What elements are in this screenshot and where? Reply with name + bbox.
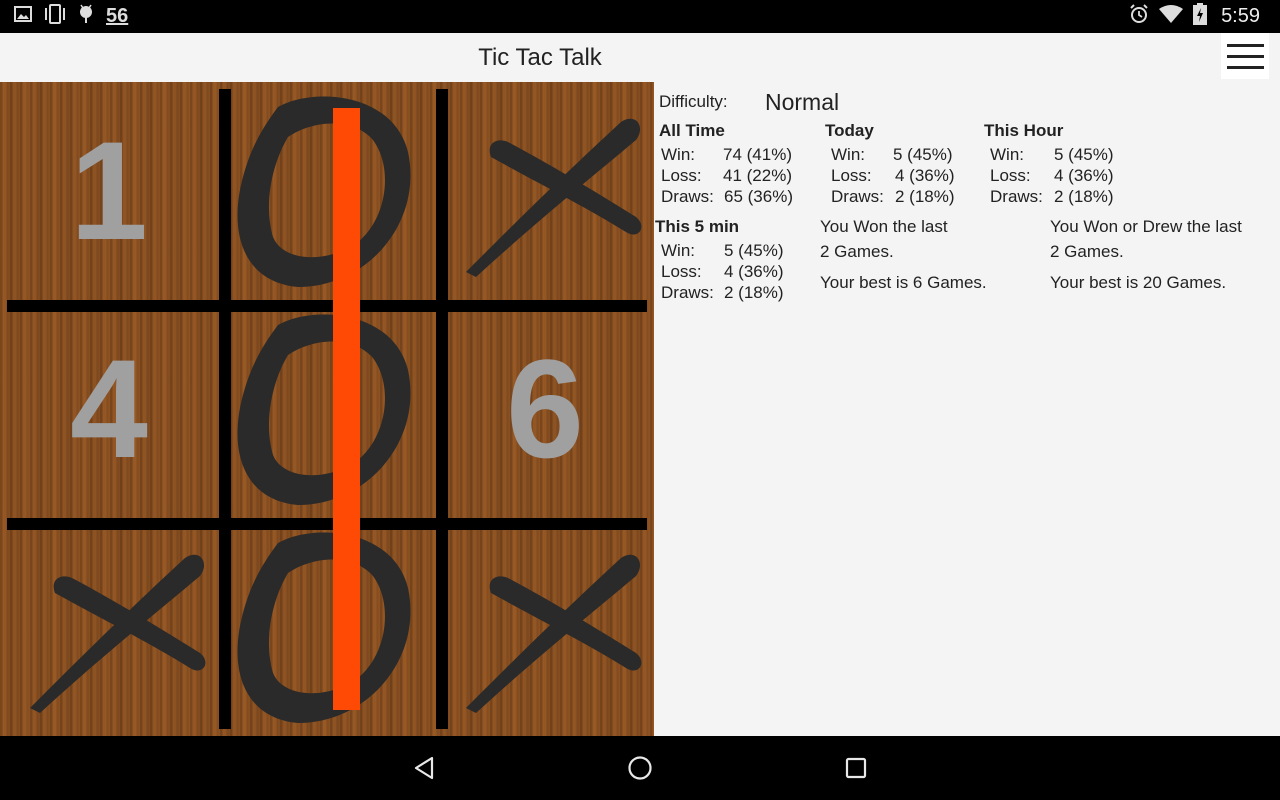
- this-hour-draws-label: Draws:: [990, 187, 1043, 206]
- status-time: 5:59: [1221, 5, 1260, 27]
- wifi-icon: [1159, 5, 1184, 28]
- board-cell-9[interactable]: [436, 518, 654, 736]
- streak-won-or-drew-line1: You Won or Drew the last: [1050, 217, 1242, 236]
- board-cell-3[interactable]: [436, 82, 654, 300]
- this-5-min-draws-label: Draws:: [661, 283, 714, 302]
- notification-count: 56: [106, 5, 129, 27]
- all-time-win-label: Win:: [661, 145, 695, 164]
- all-time-draws-value: 65 (36%): [724, 187, 793, 206]
- difficulty-label: Difficulty:: [659, 92, 728, 111]
- board-cell-1[interactable]: 1: [0, 82, 218, 300]
- difficulty-value[interactable]: Normal: [765, 89, 839, 116]
- cell-number-hint: 1: [70, 112, 148, 269]
- back-icon[interactable]: [408, 752, 440, 784]
- this-5-min-loss-value: 4 (36%): [724, 262, 784, 281]
- gallery-icon: [14, 6, 32, 27]
- board-cell-4[interactable]: 4: [0, 300, 218, 518]
- today-title: Today: [825, 121, 874, 140]
- board-cell-6[interactable]: 6: [436, 300, 654, 518]
- this-5-min-title: This 5 min: [655, 217, 740, 236]
- all-time-loss-value: 41 (22%): [723, 166, 792, 185]
- this-hour-loss-value: 4 (36%): [1054, 166, 1114, 185]
- streak-won-best: Your best is 6 Games.: [820, 273, 987, 292]
- recents-icon[interactable]: [840, 752, 872, 784]
- status-bar: 56 5:59: [0, 0, 1280, 33]
- board-cell-5[interactable]: [218, 300, 436, 518]
- board-cell-8[interactable]: [218, 518, 436, 736]
- today-loss-label: Loss:: [831, 166, 872, 185]
- this-5-min-loss-label: Loss:: [661, 262, 702, 281]
- stats-panel: Difficulty: Normal All Time Win: 74 (41%…: [654, 82, 1280, 736]
- board-cell-7[interactable]: [0, 518, 218, 736]
- menu-bar-line: [1226, 54, 1264, 58]
- vibrate-icon: [44, 4, 66, 29]
- all-time-win-value: 74 (41%): [723, 145, 792, 164]
- streak-won-or-drew-best: Your best is 20 Games.: [1050, 273, 1227, 292]
- alarm-icon: [1129, 4, 1149, 29]
- all-time-loss-label: Loss:: [661, 166, 702, 185]
- this-hour-win-label: Win:: [990, 145, 1024, 164]
- android-debug-icon: [78, 4, 94, 29]
- hamburger-menu-icon[interactable]: [1221, 33, 1269, 79]
- board-cell-2[interactable]: [218, 82, 436, 300]
- streak-won-line2: 2 Games.: [820, 242, 894, 261]
- streak-won-line1: You Won the last: [820, 217, 948, 236]
- this-hour-draws-value: 2 (18%): [1054, 187, 1114, 206]
- today-draws-value: 2 (18%): [895, 187, 955, 206]
- menu-bar-line: [1226, 43, 1264, 47]
- this-5-min-win-label: Win:: [661, 241, 695, 260]
- all-time-title: All Time: [659, 121, 725, 140]
- today-win-value: 5 (45%): [893, 145, 953, 164]
- app-bar: Tic Tac Talk: [0, 33, 1280, 82]
- streak-won-or-drew-line2: 2 Games.: [1050, 242, 1124, 261]
- cell-number-hint: 4: [70, 330, 148, 487]
- this-hour-title: This Hour: [984, 121, 1064, 140]
- this-hour-loss-label: Loss:: [990, 166, 1031, 185]
- this-5-min-win-value: 5 (45%): [724, 241, 784, 260]
- all-time-draws-label: Draws:: [661, 187, 714, 206]
- winning-line: [333, 108, 360, 710]
- today-draws-label: Draws:: [831, 187, 884, 206]
- game-board: 1 4 6: [0, 82, 654, 736]
- battery-charging-icon: [1193, 3, 1208, 30]
- cell-number-hint: 6: [506, 330, 584, 487]
- this-5-min-draws-value: 2 (18%): [724, 283, 784, 302]
- menu-bar-line: [1226, 65, 1264, 69]
- home-icon[interactable]: [624, 752, 656, 784]
- today-loss-value: 4 (36%): [895, 166, 955, 185]
- app-title: Tic Tac Talk: [478, 44, 602, 71]
- navigation-bar: [0, 736, 1280, 800]
- today-win-label: Win:: [831, 145, 865, 164]
- this-hour-win-value: 5 (45%): [1054, 145, 1114, 164]
